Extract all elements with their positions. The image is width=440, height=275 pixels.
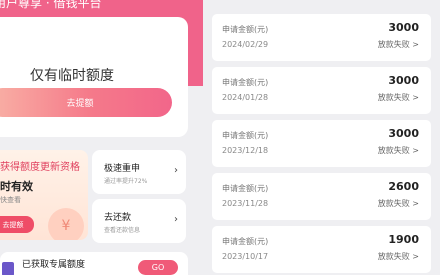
promo-small-text: 快查看 xyxy=(0,196,21,204)
repay-subtitle: 查看还款信息 xyxy=(104,227,141,234)
exclusive-quota-text: 已获取专属额度 xyxy=(22,260,86,270)
list-item[interactable]: 申请金额(元) 2024/01/28 3000 放款失败 > xyxy=(212,67,431,114)
fast-reapply-subtitle: 通过率提升72% xyxy=(104,178,148,185)
quota-card: 仅有临时额度 xyxy=(0,17,188,137)
record-amount: 3000 xyxy=(388,74,419,87)
record-list: 申请金额(元) 2024/02/29 3000 放款失败 > 申请金额(元) 2… xyxy=(207,0,440,275)
promo-card[interactable]: 获得额度更新资格 时有效 快查看 去提额 ¥ xyxy=(0,150,88,240)
record-amount: 1900 xyxy=(388,233,419,246)
quota-text: 仅有临时额度 xyxy=(30,68,114,84)
record-status: 放款失败 > xyxy=(377,199,419,208)
record-amount: 3000 xyxy=(388,21,419,34)
fast-reapply-card[interactable]: 极速重申 通过率提升72% › xyxy=(92,150,186,194)
record-label: 申请金额(元) xyxy=(222,25,269,34)
record-status: 放款失败 > xyxy=(377,93,419,102)
record-date: 2024/01/28 xyxy=(222,93,269,102)
exclusive-quota-row[interactable]: 已获取专属额度 GO xyxy=(0,252,188,275)
withdraw-button[interactable]: 去提额 xyxy=(0,88,172,117)
record-amount: 3000 xyxy=(388,127,419,140)
record-status: 放款失败 > xyxy=(377,252,419,261)
record-status: 放款失败 > xyxy=(377,40,419,49)
list-item[interactable]: 申请金额(元) 2023/11/28 2600 放款失败 > xyxy=(212,173,431,220)
repay-title: 去还款 xyxy=(104,213,132,223)
banner-text: 用户尊享 · 借钱平台 xyxy=(0,0,102,10)
record-label: 申请金额(元) xyxy=(222,78,269,87)
fast-reapply-title: 极速重申 xyxy=(104,164,141,174)
record-amount: 2600 xyxy=(388,180,419,193)
left-panel: 用户尊享 · 借钱平台 仅有临时额度 去提额 获得额度更新资格 时有效 快查看 … xyxy=(0,0,203,275)
go-button[interactable]: GO xyxy=(138,260,178,275)
chevron-right-icon: › xyxy=(174,214,178,225)
list-item[interactable]: 申请金额(元) 2023/12/18 3000 放款失败 > xyxy=(212,120,431,167)
promo-button[interactable]: 去提额 xyxy=(0,216,34,233)
record-label: 申请金额(元) xyxy=(222,184,269,193)
coin-icon: ¥ xyxy=(48,208,84,240)
record-label: 申请金额(元) xyxy=(222,237,269,246)
promo-title: 获得额度更新资格 xyxy=(0,162,80,173)
record-label: 申请金额(元) xyxy=(222,131,269,140)
chevron-right-icon: › xyxy=(174,165,178,176)
record-status: 放款失败 > xyxy=(377,146,419,155)
repay-card[interactable]: 去还款 查看还款信息 › xyxy=(92,199,186,243)
list-item[interactable]: 申请金额(元) 2024/02/29 3000 放款失败 > xyxy=(212,14,431,61)
record-date: 2023/12/18 xyxy=(222,146,269,155)
list-item[interactable]: 申请金额(元) 2023/10/17 1900 放款失败 > xyxy=(212,226,431,273)
record-date: 2023/11/28 xyxy=(222,199,269,208)
record-date: 2024/02/29 xyxy=(222,40,269,49)
promo-subtitle: 时有效 xyxy=(0,180,33,193)
quota-icon xyxy=(2,262,14,275)
record-date: 2023/10/17 xyxy=(222,252,269,261)
